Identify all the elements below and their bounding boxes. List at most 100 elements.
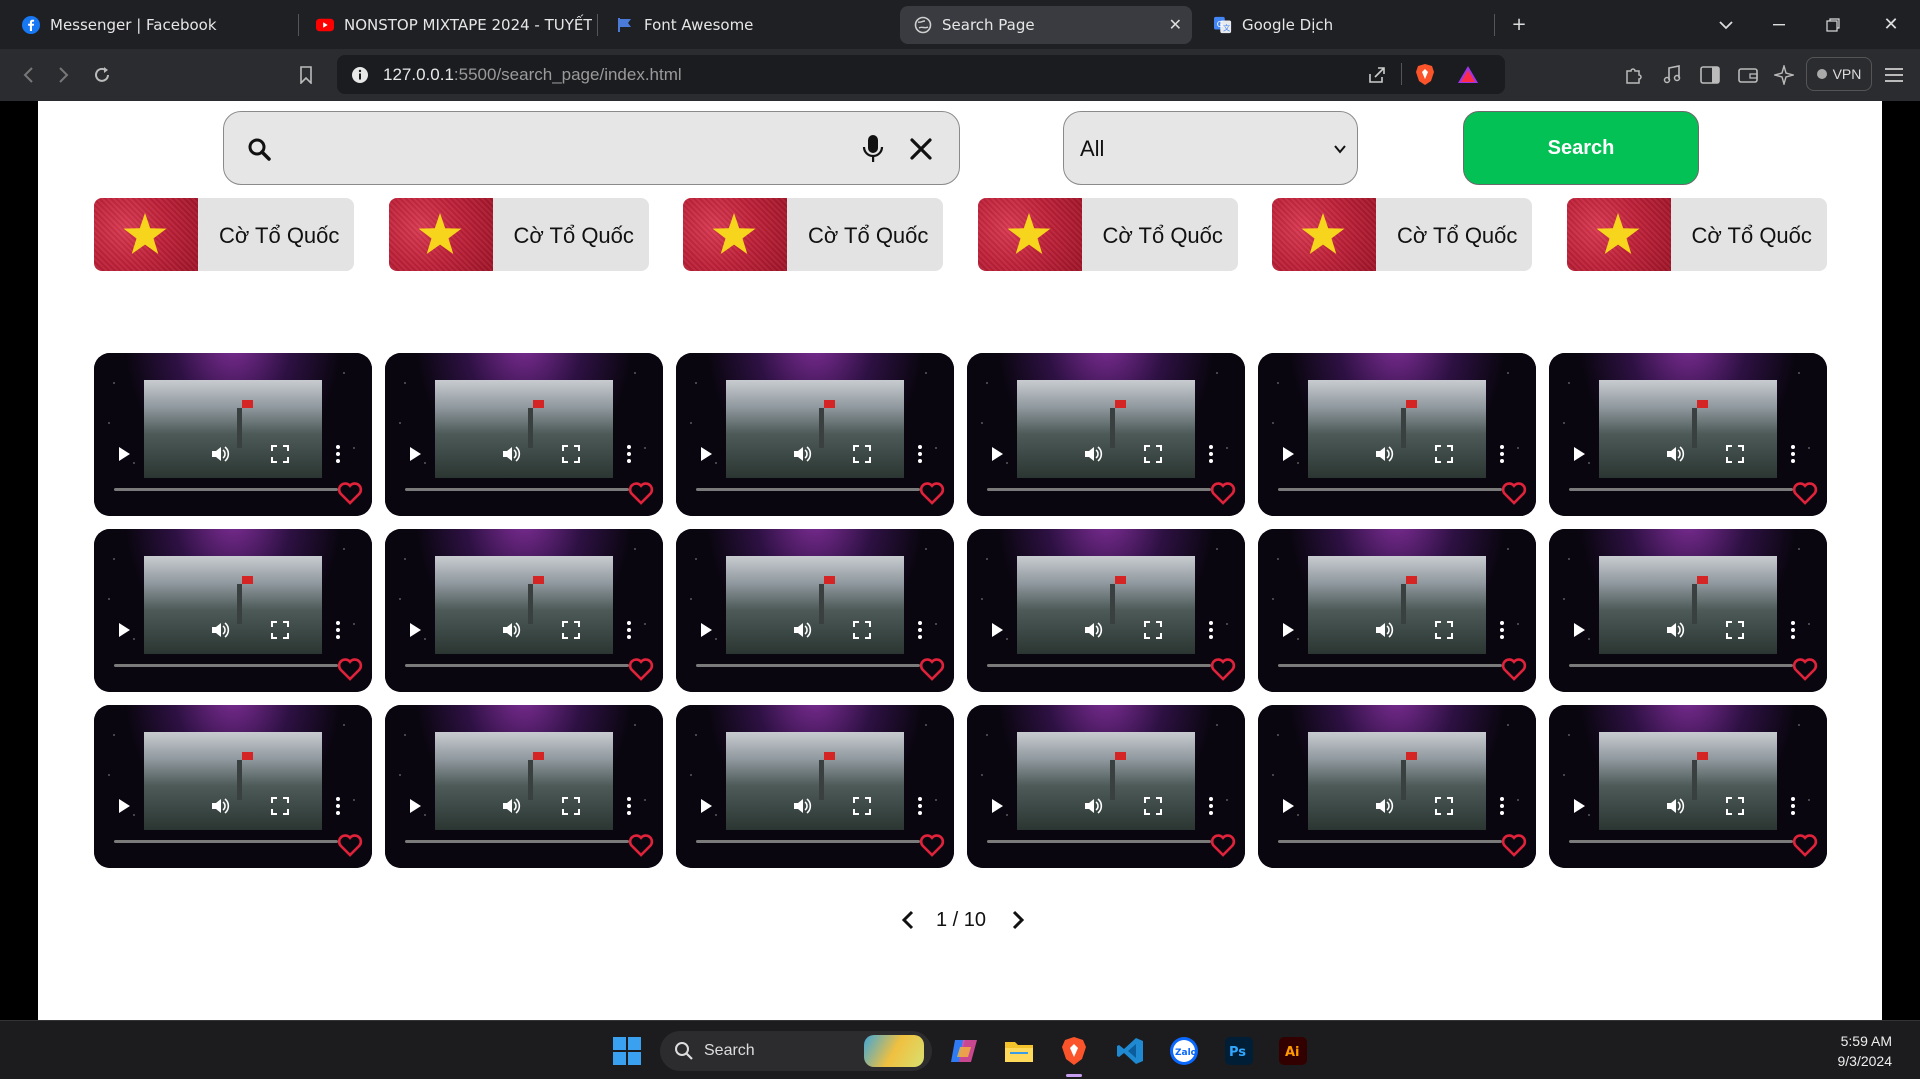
video-card[interactable] bbox=[1258, 529, 1536, 692]
brave-rewards-icon[interactable] bbox=[1457, 65, 1479, 84]
illustrator-icon[interactable]: Ai bbox=[1273, 1031, 1313, 1071]
more-options-icon[interactable] bbox=[328, 444, 348, 464]
vscode-icon[interactable] bbox=[1110, 1031, 1150, 1071]
play-icon[interactable] bbox=[114, 444, 134, 464]
fullscreen-icon[interactable] bbox=[1143, 620, 1163, 640]
play-icon[interactable] bbox=[1569, 444, 1589, 464]
fullscreen-icon[interactable] bbox=[852, 444, 872, 464]
fullscreen-icon[interactable] bbox=[1725, 620, 1745, 640]
play-icon[interactable] bbox=[987, 620, 1007, 640]
play-icon[interactable] bbox=[987, 796, 1007, 816]
heart-icon[interactable] bbox=[1501, 657, 1527, 681]
video-card[interactable] bbox=[385, 705, 663, 868]
fullscreen-icon[interactable] bbox=[1434, 620, 1454, 640]
volume-icon[interactable] bbox=[1083, 796, 1103, 816]
video-progress-bar[interactable] bbox=[1278, 488, 1502, 491]
volume-icon[interactable] bbox=[1374, 796, 1394, 816]
chevron-left-icon[interactable] bbox=[898, 909, 920, 931]
more-options-icon[interactable] bbox=[1492, 444, 1512, 464]
bookmark-button[interactable] bbox=[292, 61, 320, 89]
heart-icon[interactable] bbox=[337, 657, 363, 681]
video-progress-bar[interactable] bbox=[405, 840, 629, 843]
heart-icon[interactable] bbox=[919, 481, 945, 505]
vpn-button[interactable]: VPN bbox=[1806, 57, 1872, 91]
video-card[interactable] bbox=[676, 529, 954, 692]
copilot-icon[interactable] bbox=[944, 1031, 984, 1071]
back-button[interactable] bbox=[14, 61, 42, 89]
wallet-button[interactable] bbox=[1734, 61, 1762, 89]
more-options-icon[interactable] bbox=[910, 796, 930, 816]
play-icon[interactable] bbox=[1569, 620, 1589, 640]
sidebar-button[interactable] bbox=[1696, 61, 1724, 89]
heart-icon[interactable] bbox=[628, 657, 654, 681]
play-icon[interactable] bbox=[1278, 796, 1298, 816]
volume-icon[interactable] bbox=[792, 796, 812, 816]
more-options-icon[interactable] bbox=[910, 444, 930, 464]
fullscreen-icon[interactable] bbox=[1143, 796, 1163, 816]
more-options-icon[interactable] bbox=[328, 796, 348, 816]
fullscreen-icon[interactable] bbox=[1434, 796, 1454, 816]
more-options-icon[interactable] bbox=[1201, 796, 1221, 816]
tab-search-dropdown[interactable] bbox=[1699, 0, 1753, 49]
volume-icon[interactable] bbox=[1665, 796, 1685, 816]
tab-messenger[interactable]: Messenger | Facebook bbox=[8, 6, 298, 44]
video-progress-bar[interactable] bbox=[987, 664, 1211, 667]
volume-icon[interactable] bbox=[210, 620, 230, 640]
suggestion-chip[interactable]: Cờ Tổ Quốc bbox=[683, 198, 943, 271]
new-tab-button[interactable]: + bbox=[1492, 0, 1546, 49]
tab-youtube[interactable]: NONSTOP MIXTAPE 2024 - TUYẾT Y bbox=[302, 6, 592, 44]
volume-icon[interactable] bbox=[210, 796, 230, 816]
heart-icon[interactable] bbox=[1792, 481, 1818, 505]
fullscreen-icon[interactable] bbox=[1725, 444, 1745, 464]
leo-ai-button[interactable] bbox=[1770, 61, 1798, 89]
video-progress-bar[interactable] bbox=[405, 664, 629, 667]
extensions-button[interactable] bbox=[1620, 61, 1648, 89]
zalo-icon[interactable]: Zalo bbox=[1164, 1031, 1204, 1071]
video-progress-bar[interactable] bbox=[987, 840, 1211, 843]
site-info-icon[interactable] bbox=[351, 66, 369, 84]
video-card[interactable] bbox=[676, 705, 954, 868]
play-icon[interactable] bbox=[696, 444, 716, 464]
volume-icon[interactable] bbox=[1374, 444, 1394, 464]
volume-icon[interactable] bbox=[501, 796, 521, 816]
reload-button[interactable] bbox=[88, 61, 116, 89]
video-card[interactable] bbox=[385, 529, 663, 692]
fullscreen-icon[interactable] bbox=[561, 620, 581, 640]
more-options-icon[interactable] bbox=[1783, 620, 1803, 640]
video-card[interactable] bbox=[1549, 353, 1827, 516]
file-explorer-icon[interactable] bbox=[999, 1031, 1039, 1071]
suggestion-chip[interactable]: Cờ Tổ Quốc bbox=[1566, 198, 1827, 271]
menu-button[interactable] bbox=[1880, 61, 1908, 89]
share-icon[interactable] bbox=[1367, 65, 1387, 85]
heart-icon[interactable] bbox=[919, 657, 945, 681]
video-card[interactable] bbox=[94, 705, 372, 868]
windows-start-icon[interactable] bbox=[607, 1031, 647, 1071]
photoshop-icon[interactable]: Ps bbox=[1219, 1031, 1259, 1071]
tab-google-translate[interactable]: G文 Google Dịch bbox=[1200, 6, 1490, 44]
more-options-icon[interactable] bbox=[1492, 796, 1512, 816]
fullscreen-icon[interactable] bbox=[561, 444, 581, 464]
fullscreen-icon[interactable] bbox=[270, 620, 290, 640]
heart-icon[interactable] bbox=[1210, 481, 1236, 505]
video-card[interactable] bbox=[1258, 353, 1536, 516]
video-progress-bar[interactable] bbox=[987, 488, 1211, 491]
more-options-icon[interactable] bbox=[1201, 444, 1221, 464]
more-options-icon[interactable] bbox=[619, 444, 639, 464]
category-select[interactable]: All bbox=[1063, 111, 1358, 185]
volume-icon[interactable] bbox=[1374, 620, 1394, 640]
fullscreen-icon[interactable] bbox=[1143, 444, 1163, 464]
video-progress-bar[interactable] bbox=[1278, 840, 1502, 843]
volume-icon[interactable] bbox=[501, 620, 521, 640]
more-options-icon[interactable] bbox=[619, 796, 639, 816]
tab-font-awesome[interactable]: Font Awesome bbox=[602, 6, 892, 44]
fullscreen-icon[interactable] bbox=[561, 796, 581, 816]
volume-icon[interactable] bbox=[501, 444, 521, 464]
video-progress-bar[interactable] bbox=[114, 664, 338, 667]
media-button[interactable] bbox=[1658, 61, 1686, 89]
close-window-button[interactable]: ✕ bbox=[1864, 0, 1918, 49]
search-input[interactable] bbox=[288, 128, 828, 168]
fullscreen-icon[interactable] bbox=[852, 620, 872, 640]
video-card[interactable] bbox=[94, 353, 372, 516]
heart-icon[interactable] bbox=[1210, 657, 1236, 681]
volume-icon[interactable] bbox=[1665, 620, 1685, 640]
